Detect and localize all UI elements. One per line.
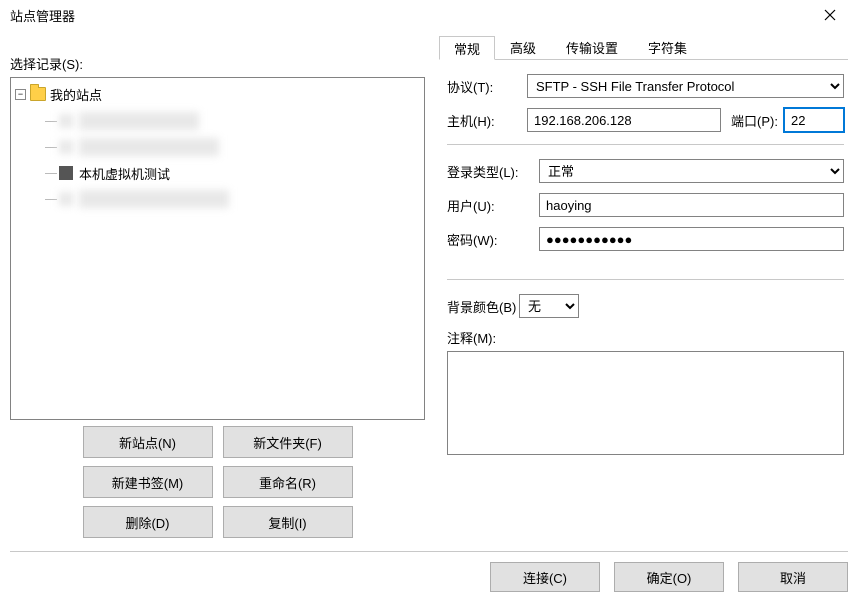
tabs: 常规 高级 传输设置 字符集 bbox=[439, 34, 848, 60]
folder-icon bbox=[30, 87, 46, 101]
password-input[interactable] bbox=[539, 227, 844, 251]
bgcolor-label: 背景颜色(B) bbox=[447, 297, 519, 316]
ok-button[interactable]: 确定(O) bbox=[614, 562, 724, 592]
port-input[interactable] bbox=[784, 108, 844, 132]
tab-charset[interactable]: 字符集 bbox=[633, 35, 702, 59]
redacted-site bbox=[79, 138, 219, 156]
close-button[interactable] bbox=[808, 1, 852, 29]
new-site-button[interactable]: 新站点(N) bbox=[83, 426, 213, 458]
site-icon bbox=[59, 114, 73, 128]
tab-general[interactable]: 常规 bbox=[439, 36, 495, 60]
tree-item-label[interactable]: 本机虚拟机测试 bbox=[79, 164, 170, 183]
logon-type-label: 登录类型(L): bbox=[447, 162, 539, 181]
form-general: 协议(T): SFTP - SSH File Transfer Protocol… bbox=[439, 60, 848, 458]
close-icon bbox=[824, 9, 836, 21]
user-label: 用户(U): bbox=[447, 196, 539, 215]
left-panel: 选择记录(S): − 我的站点 本机虚拟机测试 bbox=[10, 34, 425, 538]
titlebar: 站点管理器 bbox=[0, 0, 858, 30]
site-icon bbox=[59, 192, 73, 206]
comment-label: 注释(M): bbox=[447, 328, 519, 347]
tree-label: 选择记录(S): bbox=[10, 54, 425, 73]
bgcolor-select[interactable]: 无 bbox=[519, 294, 579, 318]
rename-button[interactable]: 重命名(R) bbox=[223, 466, 353, 498]
site-tree[interactable]: − 我的站点 本机虚拟机测试 bbox=[10, 77, 425, 420]
logon-type-select[interactable]: 正常 bbox=[539, 159, 844, 183]
cancel-button[interactable]: 取消 bbox=[738, 562, 848, 592]
tab-advanced[interactable]: 高级 bbox=[495, 35, 551, 59]
tab-transfer[interactable]: 传输设置 bbox=[551, 35, 633, 59]
copy-button[interactable]: 复制(I) bbox=[223, 506, 353, 538]
redacted-site bbox=[79, 112, 199, 130]
new-bookmark-button[interactable]: 新建书签(M) bbox=[83, 466, 213, 498]
host-input[interactable] bbox=[527, 108, 721, 132]
tree-collapse-icon[interactable]: − bbox=[15, 89, 26, 100]
redacted-site bbox=[79, 190, 229, 208]
site-icon bbox=[59, 166, 73, 180]
protocol-select[interactable]: SFTP - SSH File Transfer Protocol bbox=[527, 74, 844, 98]
site-icon bbox=[59, 140, 73, 154]
separator bbox=[447, 279, 844, 280]
connect-button[interactable]: 连接(C) bbox=[490, 562, 600, 592]
footer: 连接(C) 确定(O) 取消 bbox=[10, 551, 848, 592]
tree-root-label[interactable]: 我的站点 bbox=[50, 85, 102, 104]
host-label: 主机(H): bbox=[447, 111, 527, 130]
delete-button[interactable]: 删除(D) bbox=[83, 506, 213, 538]
separator bbox=[447, 144, 844, 145]
right-panel: 常规 高级 传输设置 字符集 协议(T): SFTP - SSH File Tr… bbox=[439, 34, 848, 538]
protocol-label: 协议(T): bbox=[447, 77, 527, 96]
comment-textarea[interactable] bbox=[447, 351, 844, 455]
password-label: 密码(W): bbox=[447, 230, 539, 249]
user-input[interactable] bbox=[539, 193, 844, 217]
port-label: 端口(P): bbox=[731, 111, 778, 130]
new-folder-button[interactable]: 新文件夹(F) bbox=[223, 426, 353, 458]
window-title: 站点管理器 bbox=[10, 6, 808, 25]
